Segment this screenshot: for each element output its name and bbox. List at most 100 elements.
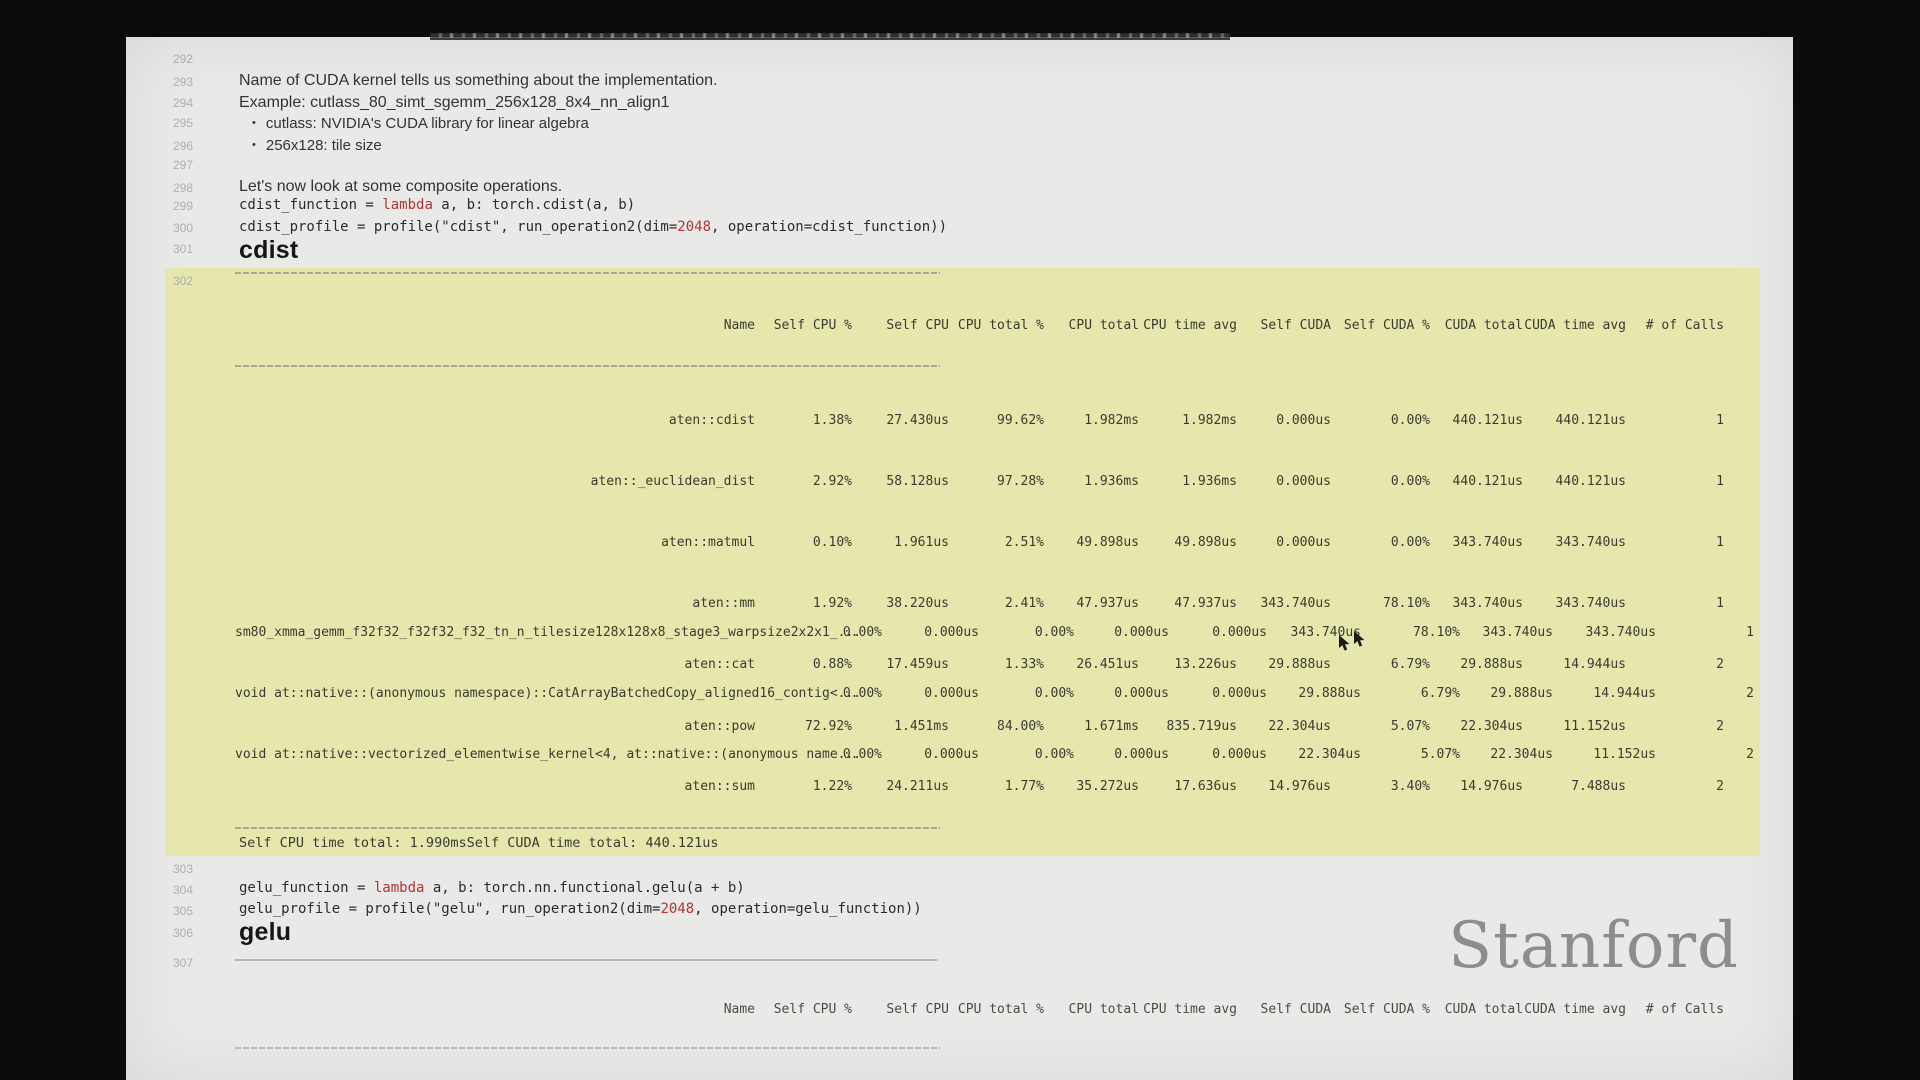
cell-value: Self CUDA <box>1237 1002 1331 1017</box>
cell-value: 5.07% <box>1331 719 1430 734</box>
cell-value: 0.000us <box>1074 747 1169 762</box>
cell-value: 97.28% <box>949 474 1044 489</box>
cell-value: 11.152us <box>1523 719 1626 734</box>
cell-value: 0.00% <box>979 747 1074 762</box>
line-number: 298 <box>126 181 193 195</box>
cell-value: 1.982ms <box>1139 413 1237 428</box>
cell-name: sm80_xmma_gemm_f32f32_f32f32_f32_tn_n_ti… <box>235 625 785 640</box>
cell-value: 1.77% <box>949 779 1044 794</box>
cell-value: Self CPU % <box>755 318 852 333</box>
cell-value: CUDA time avg <box>1523 1002 1626 1017</box>
notebook-page[interactable]: 2922932942952962972982993003013023033043… <box>126 37 1793 1080</box>
cell-value: 1.982ms <box>1044 413 1139 428</box>
line-number: 307 <box>126 956 193 970</box>
cell-name: Name <box>235 1002 755 1017</box>
cell-value: 84.00% <box>949 719 1044 734</box>
clipped-text-underline <box>430 38 1230 40</box>
cell-value: 49.898us <box>1139 535 1237 550</box>
cell-value: 0.000us <box>1237 474 1331 489</box>
line-number: 303 <box>126 862 193 876</box>
cell-name: aten::sum <box>235 779 755 794</box>
cell-value: Self CPU <box>852 318 949 333</box>
cell-value: 343.740us <box>1523 535 1626 550</box>
table-row: aten::sum1.22%24.211us1.77%35.272us17.63… <box>235 779 1724 794</box>
cell-value: 0.00% <box>979 686 1074 701</box>
cell-value: CPU total <box>1044 1002 1139 1017</box>
cell-name: void at::native::vectorized_elementwise_… <box>235 747 785 762</box>
table-row: void at::native::(anonymous namespace)::… <box>235 686 1754 701</box>
table-row: void at::native::vectorized_elementwise_… <box>235 747 1754 762</box>
cell-value: 0.000us <box>1237 413 1331 428</box>
cell-value: 26.451us <box>1044 657 1139 672</box>
table-row: aten::cat0.88%17.459us1.33%26.451us13.22… <box>235 657 1724 672</box>
profiler-output-gelu: NameSelf CPU %Self CPUCPU total %CPU tot… <box>165 1002 1760 1062</box>
cell-value: 29.888us <box>1430 657 1523 672</box>
cell-value: 58.128us <box>852 474 949 489</box>
cell-value: 343.740us <box>1430 535 1523 550</box>
cell-value: 0.000us <box>1169 686 1267 701</box>
cell-value: 440.121us <box>1430 413 1523 428</box>
code-line: cdist_function = lambda a, b: torch.cdis… <box>239 197 635 213</box>
cell-value: 22.304us <box>1430 719 1523 734</box>
code-segment: 2048 <box>677 219 711 235</box>
cell-value: 17.636us <box>1139 779 1237 794</box>
cell-value: 2.41% <box>949 596 1044 611</box>
cell-value: 1.936ms <box>1139 474 1237 489</box>
cell-value: CPU time avg <box>1139 318 1237 333</box>
cell-value: 29.888us <box>1460 686 1553 701</box>
cell-name: aten::mm <box>235 596 755 611</box>
cell-value: 14.976us <box>1237 779 1331 794</box>
cell-value: 1 <box>1626 474 1724 489</box>
paragraph: Let's now look at some composite operati… <box>239 178 562 196</box>
bullet-text: cutlass: NVIDIA's CUDA library for linea… <box>266 115 589 132</box>
cell-value: 22.304us <box>1237 719 1331 734</box>
line-number: 297 <box>126 158 193 172</box>
cell-value: 29.888us <box>1237 657 1331 672</box>
cell-value: 24.211us <box>852 779 949 794</box>
line-number: 300 <box>126 221 193 235</box>
clipped-text-line <box>430 33 1230 41</box>
cell-value: 99.62% <box>949 413 1044 428</box>
line-number: 301 <box>126 242 193 256</box>
cell-value: 1.38% <box>755 413 852 428</box>
cell-value: 0.000us <box>1074 686 1169 701</box>
cell-value: 2 <box>1626 657 1724 672</box>
code-segment: , operation=gelu_function)) <box>694 901 922 917</box>
cell-value: 2.51% <box>949 535 1044 550</box>
cell-value: CPU total % <box>949 318 1044 333</box>
cell-value: 49.898us <box>1044 535 1139 550</box>
cell-value: 38.220us <box>852 596 949 611</box>
bullet-text: 256x128: tile size <box>266 137 382 154</box>
cell-value: 343.740us <box>1460 625 1553 640</box>
paragraph: Example: cutlass_80_simt_sgemm_256x128_8… <box>239 94 670 112</box>
bullet-item: cutlass: NVIDIA's CUDA library for linea… <box>252 115 589 132</box>
cell-value: 1 <box>1626 596 1724 611</box>
table-row: aten::matmul0.10%1.961us2.51%49.898us49.… <box>235 535 1724 550</box>
code-segment: 2048 <box>660 901 694 917</box>
cell-value: 440.121us <box>1523 474 1626 489</box>
line-number: 305 <box>126 904 193 918</box>
code-segment: cdist_profile = profile("cdist", run_ope… <box>239 219 677 235</box>
cell-value: CPU time avg <box>1139 1002 1237 1017</box>
cell-name: aten::pow <box>235 719 755 734</box>
table-header-row: NameSelf CPU %Self CPUCPU total %CPU tot… <box>235 1002 1724 1017</box>
separator-dashes <box>235 1047 940 1049</box>
cell-value: 6.79% <box>1331 657 1430 672</box>
table-row: aten::mm1.92%38.220us2.41%47.937us47.937… <box>235 596 1724 611</box>
cell-value: 5.07% <box>1361 747 1460 762</box>
cell-value: 2 <box>1656 747 1754 762</box>
code-segment: lambda <box>374 880 425 896</box>
cell-value: 0.000us <box>882 625 979 640</box>
cell-value: 1.936ms <box>1044 474 1139 489</box>
code-segment: a, b: torch.cdist(a, b) <box>433 197 635 213</box>
paragraph: Name of CUDA kernel tells us something a… <box>239 72 717 90</box>
cell-value: 1 <box>1656 625 1754 640</box>
separator-dashes <box>235 365 940 367</box>
profiler-totals: Self CPU time total: 1.990msSelf CUDA ti… <box>239 835 719 851</box>
cell-value: CUDA total <box>1430 1002 1523 1017</box>
line-number: 293 <box>126 75 193 89</box>
cell-value: Self CUDA <box>1237 318 1331 333</box>
cell-name: aten::cdist <box>235 413 755 428</box>
cell-value: 47.937us <box>1139 596 1237 611</box>
line-number: 296 <box>126 139 193 153</box>
